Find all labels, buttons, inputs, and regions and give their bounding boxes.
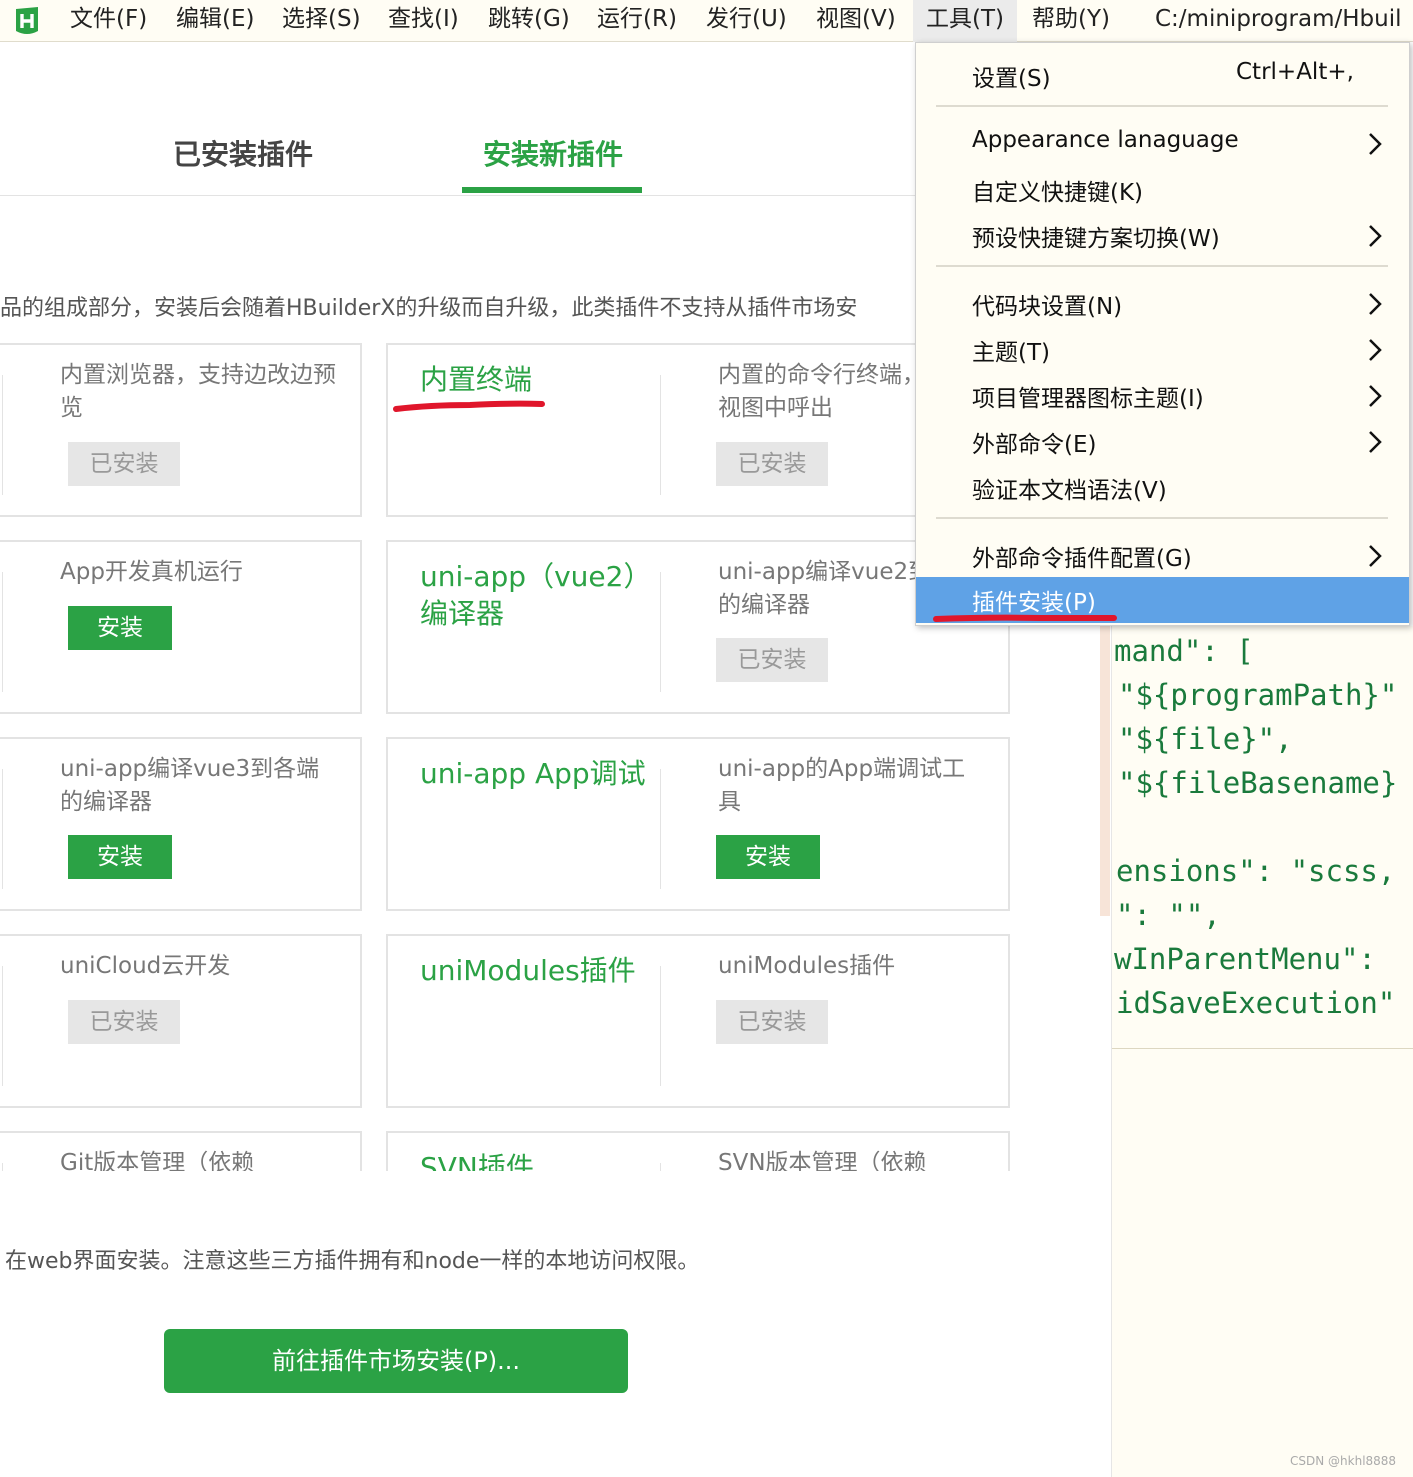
menu-item-validate-syntax[interactable]: 验证本文档语法(V) [916,465,1409,511]
code-editor[interactable]: mand": [ "${programPath}" "${file}", "${… [1112,626,1413,1477]
install-button[interactable]: 安装 [716,835,820,879]
install-button[interactable]: 安装 [68,835,172,879]
installed-button[interactable]: 已安装 [68,442,180,486]
plugin-description: App开发真机运行 [60,559,243,585]
hbuilderx-logo-icon [16,7,38,34]
menu-item-settings[interactable]: 设置(S) Ctrl+Alt+, [916,53,1409,99]
install-button[interactable]: 安装 [68,606,172,650]
tab-install-new-plugins[interactable]: 安装新插件 [483,133,623,173]
code-line: ensions": "scss, [1116,854,1396,888]
active-tab-indicator [462,187,642,193]
menu-item-label: 项目管理器图标主题(I) [972,386,1204,412]
plugin-card: uniModules插件 uniModules插件 已安装 [386,934,1010,1108]
plugin-description: uni-app编译vue3到各端的编译器 [60,756,320,815]
menu-item-label: 验证本文档语法(V) [972,478,1167,504]
plugin-name[interactable]: uni-app App调试 [420,755,660,792]
plugin-description: Git版本管理（依赖 [60,1150,255,1171]
chevron-right-icon [1369,385,1382,407]
code-line: idSaveExecution" [1116,986,1396,1020]
menu-item-icon-theme[interactable]: 项目管理器图标主题(I) [916,373,1409,419]
plugin-card: uniCloud云开发 已安装 [0,934,362,1108]
menu-run[interactable]: 运行(R) [597,0,677,42]
menu-item-label: 设置(S) [972,66,1051,92]
installed-button[interactable]: 已安装 [68,1000,180,1044]
menu-separator [936,105,1388,107]
window-path-title: C:/miniprogram/Hbuil [1155,6,1402,32]
tools-dropdown-menu: 设置(S) Ctrl+Alt+, Appearance lanaguage 自定… [915,42,1410,626]
menu-item-keymap-switch[interactable]: 预设快捷键方案切换(W) [916,213,1409,259]
plugin-description: uniCloud云开发 [60,953,231,979]
chevron-right-icon [1369,225,1382,247]
plugin-name[interactable]: uni-app（vue2）编译器 [420,558,660,632]
menu-item-label: 插件安装(P) [972,590,1096,616]
editor-gutter-highlight [1100,626,1110,916]
menu-item-plugin-install[interactable]: 插件安装(P) [916,577,1409,623]
chevron-right-icon [1369,431,1382,453]
menu-item-label: 自定义快捷键(K) [972,180,1144,206]
chevron-right-icon [1369,545,1382,567]
plugin-name[interactable]: uniModules插件 [420,952,660,989]
plugin-card: App开发真机运行 安装 [0,540,362,714]
menu-item-label: 代码块设置(N) [972,294,1123,320]
menu-help[interactable]: 帮助(Y) [1032,0,1110,42]
plugin-description: uni-app的App端调试工具 [718,756,966,815]
chevron-right-icon [1369,293,1382,315]
menubar: 文件(F) 编辑(E) 选择(S) 查找(I) 跳转(G) 运行(R) 发行(U… [0,0,1413,42]
code-line: "${programPath}" [1118,678,1398,712]
menu-separator [936,265,1388,267]
menu-item-custom-shortcuts[interactable]: 自定义快捷键(K) [916,167,1409,213]
menu-item-external-commands[interactable]: 外部命令(E) [916,419,1409,465]
plugin-card: uni-app编译vue3到各端的编译器 安装 [0,737,362,911]
menu-find[interactable]: 查找(I) [388,0,459,42]
menu-publish[interactable]: 发行(U) [706,0,787,42]
plugin-card: 内置浏览器，支持边改边预览 已安装 [0,343,362,517]
code-line: wInParentMenu": [1114,942,1376,976]
menu-item-external-command-config[interactable]: 外部命令插件配置(G) [916,533,1409,579]
menu-item-label: 外部命令插件配置(G) [972,546,1192,572]
plugin-description: SVN版本管理（依赖 [718,1150,927,1171]
menu-select[interactable]: 选择(S) [282,0,361,42]
plugin-card: Git版本管理（依赖 [0,1131,362,1171]
installed-button[interactable]: 已安装 [716,638,828,682]
menu-edit[interactable]: 编辑(E) [176,0,254,42]
plugin-name[interactable]: 内置终端 [420,361,660,398]
tab-installed-plugins[interactable]: 已安装插件 [173,133,313,173]
menu-tools[interactable]: 工具(T) [913,0,1017,42]
menu-item-theme[interactable]: 主题(T) [916,327,1409,373]
editor-divider [1112,1048,1413,1049]
plugin-card: uni-app App调试 uni-app的App端调试工具 安装 [386,737,1010,911]
third-party-plugins-description: 在web界面安装。注意这些三方插件拥有和node一样的本地访问权限。 [5,1249,700,1274]
code-line: mand": [ [1114,634,1254,668]
chevron-right-icon [1369,133,1382,155]
installed-button[interactable]: 已安装 [716,1000,828,1044]
plugin-name[interactable]: SVN插件 [420,1149,660,1171]
plugin-card: SVN插件 SVN版本管理（依赖 [386,1131,1010,1171]
menu-view[interactable]: 视图(V) [816,0,896,42]
menu-file[interactable]: 文件(F) [70,0,147,42]
installed-button[interactable]: 已安装 [716,442,828,486]
plugin-description: 内置浏览器，支持边改边预览 [60,362,336,421]
code-line: ": "", [1116,898,1221,932]
builtin-plugins-description: 品的组成部分，安装后会随着HBuilderX的升级而自升级，此类插件不支持从插件… [0,296,858,321]
menu-item-label: 外部命令(E) [972,432,1097,458]
menu-item-appearance-language[interactable]: Appearance lanaguage [916,121,1409,167]
menu-goto[interactable]: 跳转(G) [488,0,570,42]
menu-separator [936,517,1388,519]
code-line: "${fileBasename} [1118,766,1398,800]
menu-item-snippets[interactable]: 代码块设置(N) [916,281,1409,327]
menu-item-label: 主题(T) [972,340,1050,366]
chevron-right-icon [1369,339,1382,361]
watermark: CSDN @hkhl8888 [1290,1454,1397,1468]
menu-item-label: 预设快捷键方案切换(W) [972,226,1220,252]
code-line: "${file}", [1118,722,1293,756]
menu-item-label: Appearance lanaguage [972,127,1239,153]
go-to-plugin-market-button[interactable]: 前往插件市场安装(P)... [164,1329,628,1393]
plugin-description: uniModules插件 [718,953,896,979]
menu-item-shortcut: Ctrl+Alt+, [1236,59,1354,85]
